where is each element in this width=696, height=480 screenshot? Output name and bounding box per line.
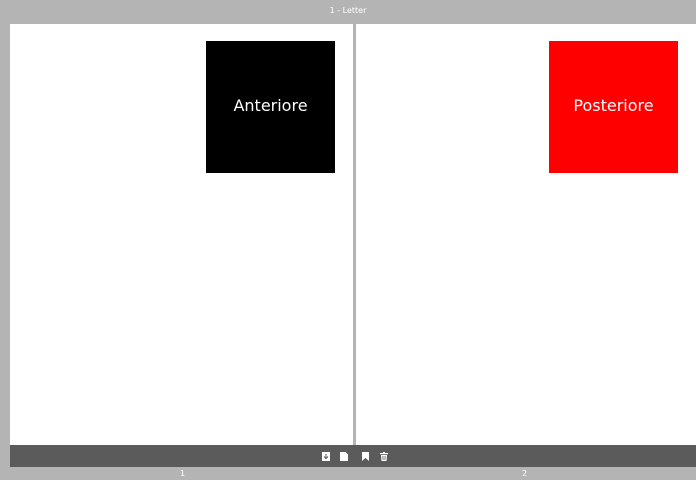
back-block-label: Posteriore [573, 95, 654, 115]
back-block[interactable]: Posteriore [549, 41, 678, 173]
page-2[interactable]: Posteriore [356, 24, 696, 445]
bookmark-icon[interactable] [360, 451, 370, 461]
page-icon[interactable] [339, 451, 349, 461]
trash-icon[interactable] [379, 451, 389, 461]
front-block[interactable]: Anteriore [206, 41, 335, 173]
front-block-label: Anteriore [233, 95, 308, 115]
page-1[interactable]: Anteriore [10, 24, 353, 445]
page-number-2: 2 [522, 469, 528, 478]
page-toolbar [10, 445, 696, 467]
spread-title: 1 - Letter [0, 0, 696, 22]
download-icon[interactable] [321, 451, 331, 461]
page-number-bar: 1 2 [0, 467, 696, 480]
page-number-1: 1 [180, 469, 186, 478]
